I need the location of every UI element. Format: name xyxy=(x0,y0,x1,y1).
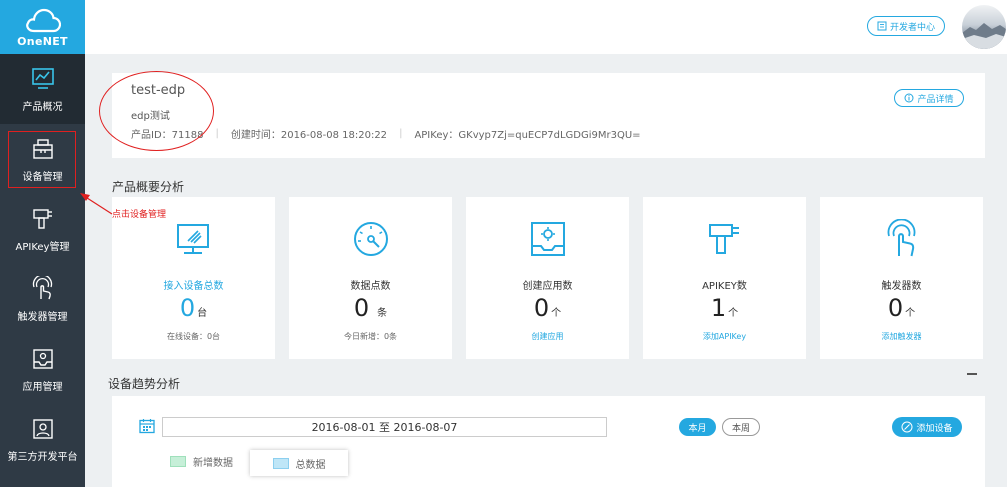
legend-swatch xyxy=(272,457,289,469)
product-created-time: 创建时间：2016-08-08 18:20:22 xyxy=(230,130,388,141)
stat-value: 0 xyxy=(887,294,904,322)
trend-title: 设备趋势分析 xyxy=(108,377,181,391)
sidebar-item-product-overview[interactable]: 产品概况 xyxy=(0,54,85,124)
key-tool-icon xyxy=(709,224,739,254)
info-icon xyxy=(904,93,914,103)
sidebar-item-app-management[interactable]: 应用管理 xyxy=(0,334,85,404)
annotation-highlight-box xyxy=(8,131,76,188)
product-info-card: test-edp edp测试 产品ID：71188 | 创建时间：2016-08… xyxy=(112,73,985,158)
annotation-oval xyxy=(99,71,214,151)
stat-card-datapoints: 数据点数 0条 今日新增：0条 xyxy=(289,197,452,359)
stat-unit: 个 xyxy=(551,308,562,319)
stat-value: 1 xyxy=(710,294,727,322)
legend-total-data[interactable]: 总数据 xyxy=(250,450,348,476)
logo-text: OneNET xyxy=(17,34,68,48)
stat-value-row: 0个 xyxy=(820,294,983,322)
sidebar-item-apikey-management[interactable]: APIKey管理 xyxy=(0,194,85,264)
sidebar-item-third-party-platform[interactable]: 第三方开发平台 xyxy=(0,404,85,474)
key-gun-icon xyxy=(32,208,52,229)
sidebar: OneNET 产品概况 设备管理 APIKey管理 触发器管理 应用管理 第三方… xyxy=(0,0,85,487)
stat-label: 创建应用数 xyxy=(522,281,573,292)
chart-monitor-icon xyxy=(31,67,54,89)
legend-label: 新增数据 xyxy=(193,458,233,469)
sidebar-item-label: 第三方开发平台 xyxy=(7,451,78,463)
sidebar-item-label: APIKey管理 xyxy=(15,241,70,253)
stat-label: 接入设备总数 xyxy=(163,281,224,292)
stat-card-apikeys: APIKEY数 1个 添加APIKey xyxy=(643,197,806,359)
sidebar-item-label: 应用管理 xyxy=(22,381,63,393)
stat-value-row: 0台 xyxy=(112,294,275,322)
stat-label: APIKEY数 xyxy=(702,281,747,292)
landscape-avatar-icon xyxy=(962,23,1006,49)
stat-unit: 个 xyxy=(728,308,739,319)
product-detail-button[interactable]: 产品详情 xyxy=(894,89,964,107)
edit-circle-icon xyxy=(901,421,913,433)
stat-unit: 台 xyxy=(197,308,208,319)
stat-sub-text: 今日新增：0条 xyxy=(343,332,398,341)
add-device-button[interactable]: 添加设备 xyxy=(892,417,962,437)
stat-unit: 条 xyxy=(377,308,388,319)
sidebar-item-label: 产品概况 xyxy=(22,101,63,113)
this-month-button[interactable]: 本月 xyxy=(679,418,716,436)
stat-value-row: 0条 xyxy=(289,294,452,322)
collapse-minus-icon[interactable] xyxy=(967,373,977,375)
device-monitor-icon xyxy=(177,224,209,254)
legend-swatch xyxy=(170,456,186,467)
product-detail-label: 产品详情 xyxy=(917,94,954,105)
app-tray-icon xyxy=(32,348,53,369)
touch-hand-icon xyxy=(32,275,52,299)
add-device-label: 添加设备 xyxy=(916,423,953,434)
stat-card-apps: 创建应用数 0个 创建应用 xyxy=(466,197,629,359)
stat-card-devices: 接入设备总数 0台 在线设备：0台 xyxy=(112,197,275,359)
stat-value: 0 xyxy=(179,294,196,322)
stat-sub-text: 在线设备：0台 xyxy=(166,332,221,341)
add-trigger-link[interactable]: 添加触发器 xyxy=(820,331,983,342)
top-header: 开发者中心 xyxy=(85,0,1007,54)
legend-label: 总数据 xyxy=(295,459,326,471)
person-frame-icon xyxy=(32,418,53,439)
stat-unit: 个 xyxy=(905,308,916,319)
stat-card-triggers: 触发器数 0个 添加触发器 xyxy=(820,197,983,359)
divider: | xyxy=(215,128,219,139)
trend-card: 2016-08-01 至 2016-08-07 本月 本周 添加设备 新增数据 … xyxy=(112,396,985,487)
create-app-link[interactable]: 创建应用 xyxy=(466,331,629,342)
document-icon xyxy=(877,21,887,31)
app-gear-icon xyxy=(531,222,565,256)
touch-hand-icon xyxy=(887,219,916,257)
add-apikey-link[interactable]: 添加APIKey xyxy=(643,331,806,342)
product-apikey: APIKey：GKvyp7Zj=quECP7dLGDGi9Mr3QU= xyxy=(414,130,641,141)
legend-new-data[interactable]: 新增数据 xyxy=(170,454,233,469)
sidebar-item-trigger-management[interactable]: 触发器管理 xyxy=(0,264,85,334)
cloud-logo-icon xyxy=(25,8,61,32)
calendar-icon[interactable] xyxy=(139,418,155,434)
stat-value-row: 1个 xyxy=(643,294,806,322)
sidebar-item-label: 触发器管理 xyxy=(17,311,68,323)
stat-value-row: 0个 xyxy=(466,294,629,322)
stat-label: 触发器数 xyxy=(881,281,922,292)
onenet-logo[interactable]: OneNET xyxy=(0,0,85,54)
divider: | xyxy=(399,128,403,139)
stat-value: 0 xyxy=(533,294,550,322)
stat-value: 0 xyxy=(353,294,370,322)
overview-title: 产品概要分析 xyxy=(112,180,185,194)
gauge-icon xyxy=(354,222,388,256)
stat-label: 数据点数 xyxy=(350,281,391,292)
avatar[interactable] xyxy=(962,5,1006,49)
annotation-text: 点击设备管理 xyxy=(112,210,167,220)
developer-center-button[interactable]: 开发者中心 xyxy=(867,16,945,36)
date-range-input[interactable]: 2016-08-01 至 2016-08-07 xyxy=(162,417,607,437)
developer-center-label: 开发者中心 xyxy=(889,22,935,33)
this-week-button[interactable]: 本周 xyxy=(722,418,760,436)
